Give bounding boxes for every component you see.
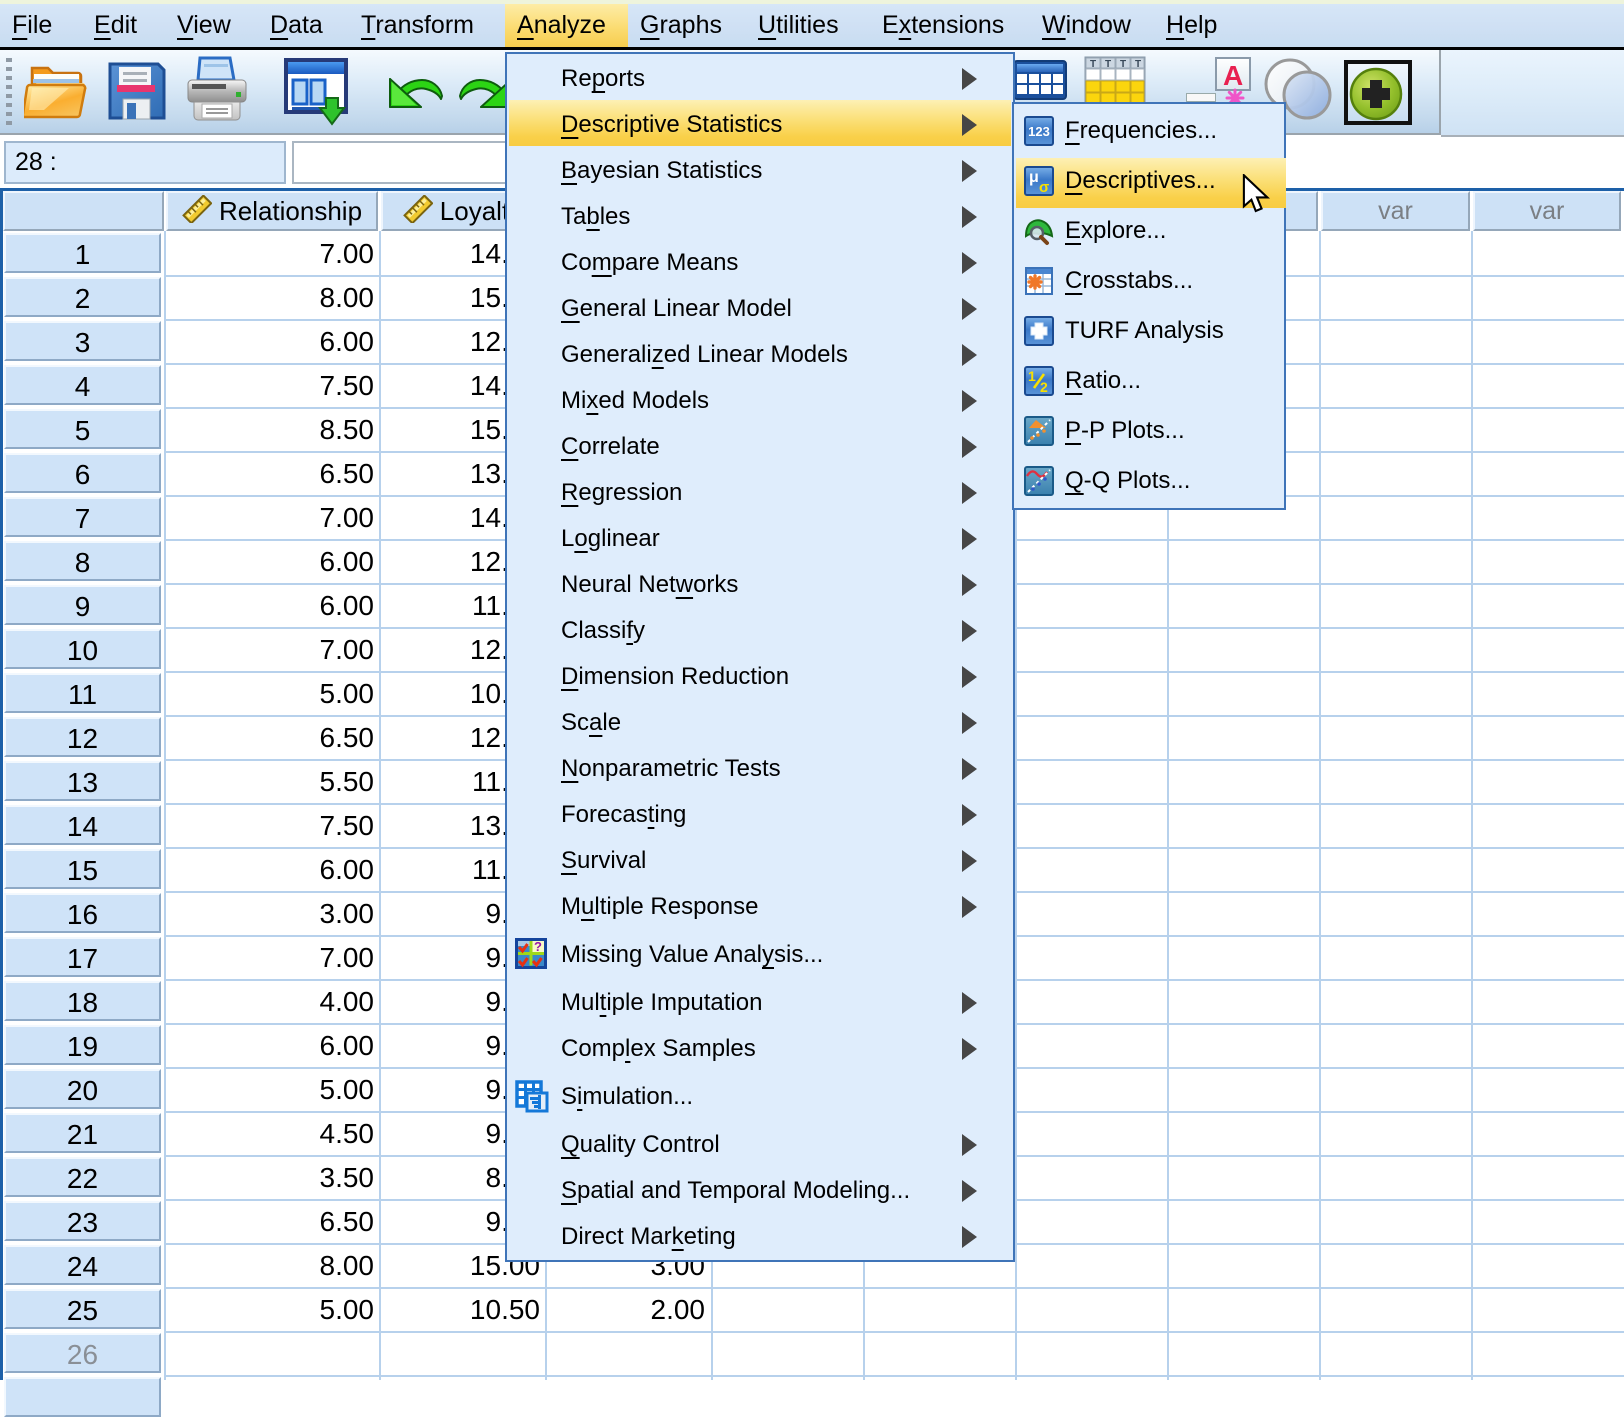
svg-text:μ: μ xyxy=(1029,169,1039,186)
svg-text:?: ? xyxy=(534,939,542,954)
svg-text:T: T xyxy=(1105,59,1111,70)
svg-text:A: A xyxy=(1223,60,1243,91)
svg-text:T: T xyxy=(1135,59,1141,70)
svg-text:1: 1 xyxy=(1028,368,1036,384)
svg-text:123: 123 xyxy=(1028,124,1050,139)
svg-text:σ: σ xyxy=(1039,179,1049,196)
svg-text:2: 2 xyxy=(1040,379,1048,395)
svg-text:T: T xyxy=(1120,59,1126,70)
svg-text:T: T xyxy=(1090,59,1096,70)
